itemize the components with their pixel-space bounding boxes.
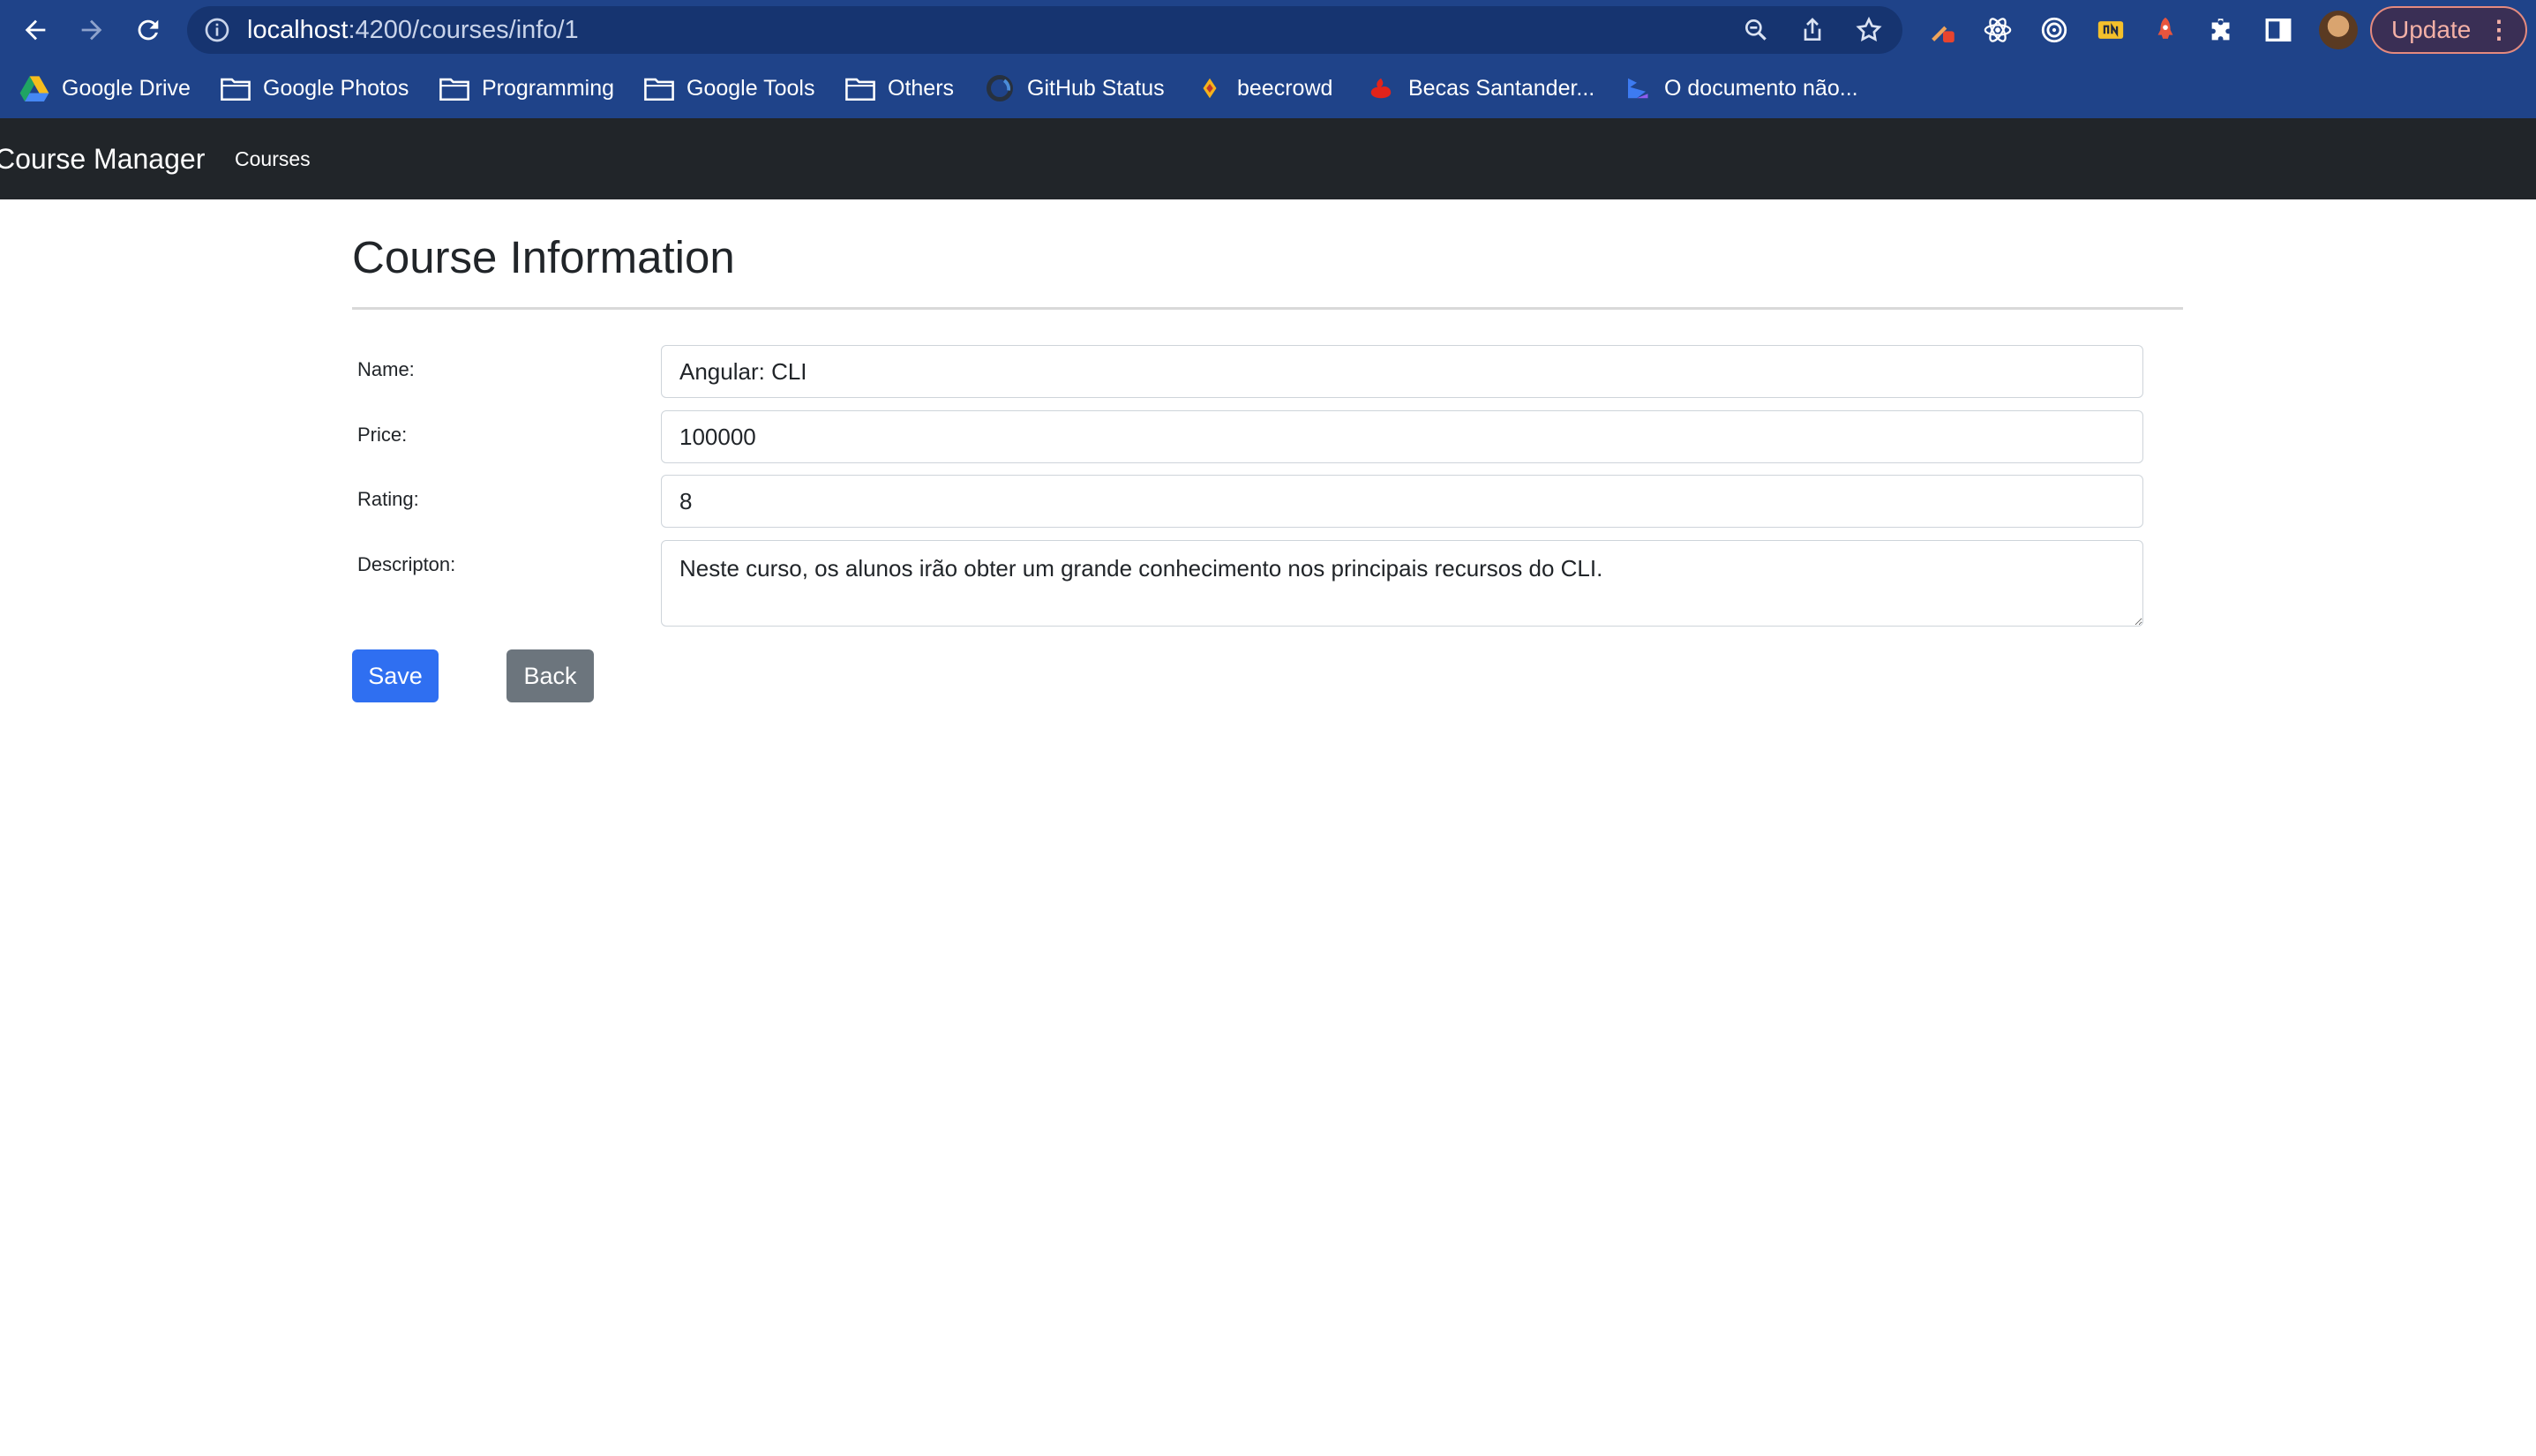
bookmark-label: GitHub Status bbox=[1027, 75, 1165, 101]
notes-extension-icon[interactable] bbox=[2093, 12, 2128, 48]
browser-chrome: localhost:4200/courses/info/1 Update ⋮ G… bbox=[0, 0, 2536, 118]
bookmark-label: Google Drive bbox=[62, 75, 191, 101]
folder-icon bbox=[644, 73, 674, 103]
folder-icon bbox=[221, 73, 251, 103]
description-label: Descripton: bbox=[357, 553, 456, 575]
bookmark-label: Google Photos bbox=[263, 75, 409, 101]
name-input[interactable] bbox=[661, 345, 2143, 398]
price-label: Price: bbox=[357, 424, 408, 446]
nav-link-courses[interactable]: Courses bbox=[235, 118, 311, 199]
rating-label: Rating: bbox=[357, 488, 419, 510]
name-label: Name: bbox=[357, 358, 415, 380]
bookmark-beecrowd[interactable]: beecrowd bbox=[1195, 71, 1332, 106]
react-devtools-icon[interactable] bbox=[1980, 12, 2015, 48]
bookmark-label: Others bbox=[888, 75, 955, 101]
google-drive-icon bbox=[19, 73, 49, 103]
site-info-icon[interactable] bbox=[203, 16, 231, 44]
update-button[interactable]: Update ⋮ bbox=[2370, 6, 2527, 54]
side-panel-icon[interactable] bbox=[2261, 12, 2296, 48]
github-icon bbox=[985, 73, 1015, 103]
save-button[interactable]: Save bbox=[352, 649, 439, 702]
description-textarea[interactable]: Neste curso, os alunos irão obter um gra… bbox=[661, 540, 2143, 627]
rating-input[interactable] bbox=[661, 475, 2143, 528]
chrome-menu-icon[interactable]: ⋮ bbox=[2487, 8, 2511, 52]
bookmark-becas-santander[interactable]: Becas Santander... bbox=[1366, 71, 1594, 106]
bookmark-label: beecrowd bbox=[1237, 75, 1333, 101]
address-bar[interactable]: localhost:4200/courses/info/1 bbox=[187, 6, 1902, 54]
bookmark-label: Programming bbox=[482, 75, 615, 101]
navbar-brand[interactable]: Course Manager bbox=[0, 118, 205, 199]
bookmark-label: Becas Santander... bbox=[1408, 75, 1595, 101]
document-icon bbox=[1622, 73, 1652, 103]
browser-toolbar: localhost:4200/courses/info/1 Update ⋮ bbox=[0, 0, 2536, 60]
bookmark-star-icon[interactable] bbox=[1855, 16, 1883, 44]
reload-icon[interactable] bbox=[129, 11, 168, 49]
folder-icon bbox=[439, 73, 469, 103]
beecrowd-icon bbox=[1195, 73, 1225, 103]
back-button[interactable]: Back bbox=[506, 649, 594, 702]
profile-avatar[interactable] bbox=[2319, 11, 2358, 49]
forward-arrow-icon[interactable] bbox=[72, 11, 111, 49]
back-arrow-icon[interactable] bbox=[16, 11, 55, 49]
bookmark-label: Google Tools bbox=[687, 75, 815, 101]
bookmark-google-drive[interactable]: Google Drive bbox=[19, 71, 191, 106]
rocket-extension-icon[interactable] bbox=[2148, 12, 2183, 48]
share-icon[interactable] bbox=[1798, 16, 1827, 44]
url-text[interactable]: localhost:4200/courses/info/1 bbox=[247, 6, 579, 54]
bookmark-o-documento[interactable]: O documento não... bbox=[1622, 71, 1858, 106]
bookmark-folder-google-tools[interactable]: Google Tools bbox=[644, 71, 814, 106]
bookmark-folder-others[interactable]: Others bbox=[845, 71, 954, 106]
update-label: Update bbox=[2391, 16, 2472, 43]
page-title: Course Information bbox=[352, 232, 735, 282]
target-extension-icon[interactable] bbox=[2037, 12, 2072, 48]
bookmarks-bar: Google Drive Google Photos Programming G… bbox=[0, 60, 2536, 118]
bookmark-folder-google-photos[interactable]: Google Photos bbox=[221, 71, 409, 106]
color-picker-extension-icon[interactable] bbox=[1925, 12, 1961, 48]
extensions-puzzle-icon[interactable] bbox=[2204, 12, 2240, 48]
url-path: :4200/courses/info/1 bbox=[348, 16, 579, 44]
title-divider bbox=[352, 307, 2183, 310]
price-input[interactable] bbox=[661, 410, 2143, 463]
bookmark-folder-programming[interactable]: Programming bbox=[439, 71, 614, 106]
bookmark-label: O documento não... bbox=[1664, 75, 1858, 101]
url-host: localhost bbox=[247, 16, 349, 44]
folder-icon bbox=[845, 73, 875, 103]
santander-icon bbox=[1366, 73, 1396, 103]
app-navbar: Course Manager Courses bbox=[0, 118, 2536, 199]
bookmark-github-status[interactable]: GitHub Status bbox=[985, 71, 1165, 106]
zoom-icon[interactable] bbox=[1742, 16, 1770, 44]
